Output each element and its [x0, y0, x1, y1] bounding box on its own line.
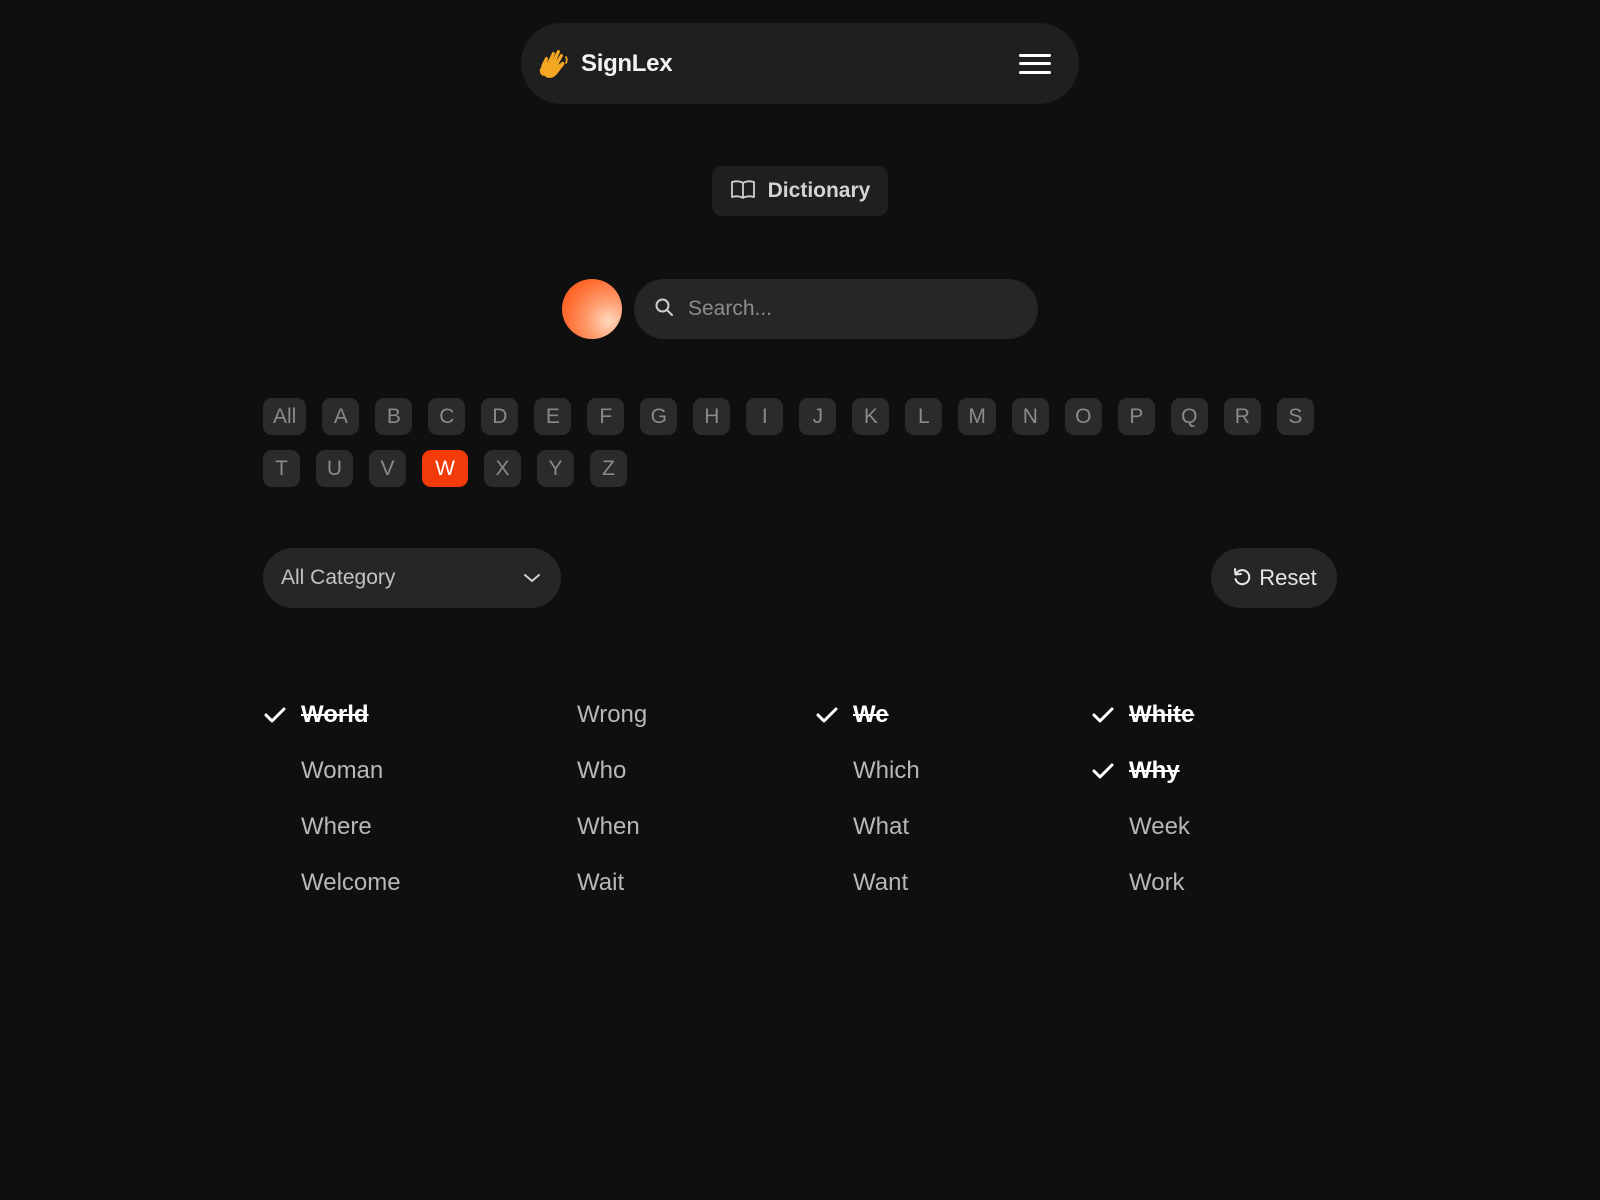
- checkmark-icon: [1091, 705, 1129, 725]
- gradient-orb: [562, 279, 622, 339]
- letter-filter-o[interactable]: O: [1064, 398, 1102, 435]
- letter-filter-b[interactable]: B: [375, 398, 413, 435]
- letter-filter-q[interactable]: Q: [1170, 398, 1208, 435]
- word-item[interactable]: Which: [815, 749, 1091, 793]
- letter-filter-m[interactable]: M: [958, 398, 996, 435]
- word-item[interactable]: Welcome: [263, 861, 539, 905]
- word-item[interactable]: Want: [815, 861, 1091, 905]
- word-item[interactable]: We: [815, 693, 1091, 737]
- word-item[interactable]: Wrong: [539, 693, 815, 737]
- top-navbar: SignLex: [521, 23, 1079, 104]
- letter-filter-p[interactable]: P: [1117, 398, 1155, 435]
- letter-filter-i[interactable]: I: [746, 398, 784, 435]
- word-item[interactable]: Where: [263, 805, 539, 849]
- letter-filter-v[interactable]: V: [369, 450, 406, 487]
- word-item[interactable]: White: [1091, 693, 1367, 737]
- chevron-down-icon: [523, 572, 541, 584]
- category-value: All Category: [281, 566, 396, 589]
- brand[interactable]: SignLex: [537, 47, 673, 81]
- brand-name: SignLex: [581, 49, 673, 77]
- checkmark-icon: [815, 705, 853, 725]
- letter-filter-all[interactable]: All: [263, 398, 307, 435]
- word-item[interactable]: World: [263, 693, 539, 737]
- word-label: Who: [577, 757, 627, 784]
- word-label: Week: [1129, 813, 1190, 840]
- word-label: Work: [1129, 869, 1185, 896]
- word-item[interactable]: Woman: [263, 749, 539, 793]
- word-item[interactable]: Who: [539, 749, 815, 793]
- letter-filter-a[interactable]: A: [322, 398, 360, 435]
- word-label: We: [853, 701, 889, 728]
- word-label: What: [853, 813, 910, 840]
- reset-icon: [1231, 566, 1253, 591]
- letter-filter-f[interactable]: F: [587, 398, 625, 435]
- word-label: Woman: [301, 757, 384, 784]
- word-label: White: [1129, 701, 1195, 728]
- word-label: Welcome: [301, 869, 401, 896]
- word-label: Why: [1129, 757, 1180, 784]
- reset-label: Reset: [1259, 565, 1317, 590]
- waving-hand-icon: [537, 47, 571, 81]
- dictionary-page: SignLex Dictionary AllABCDEFGHIJKLMNOPQR…: [0, 0, 1600, 1200]
- alphabet-filter: All A B C D E F G H I J K L M N O P Q R S T U V W X Y Z: [263, 398, 1343, 487]
- letter-filter-n[interactable]: N: [1011, 398, 1049, 435]
- letter-filter-z[interactable]: Z: [590, 450, 627, 487]
- word-label: Wrong: [577, 701, 648, 728]
- word-label: Where: [301, 813, 372, 840]
- letter-filter-s[interactable]: S: [1276, 398, 1314, 435]
- letter-filter-t[interactable]: T: [263, 450, 300, 487]
- letter-filter-l[interactable]: L: [905, 398, 943, 435]
- letter-filter-d[interactable]: D: [481, 398, 519, 435]
- letter-filter-r[interactable]: R: [1223, 398, 1261, 435]
- letter-filter-c[interactable]: C: [428, 398, 466, 435]
- word-list: World Wrong We White Woman Who Which Why Where Wh…: [263, 693, 1367, 917]
- letter-filter-w[interactable]: W: [422, 450, 468, 487]
- search-icon: [654, 297, 674, 322]
- section-title: Dictionary: [767, 179, 871, 202]
- word-item[interactable]: What: [815, 805, 1091, 849]
- reset-button[interactable]: Reset: [1211, 548, 1337, 608]
- word-label: Which: [853, 757, 920, 784]
- letter-filter-y[interactable]: Y: [537, 450, 574, 487]
- hamburger-menu-icon[interactable]: [1019, 52, 1051, 76]
- word-item[interactable]: Work: [1091, 861, 1367, 905]
- letter-filter-u[interactable]: U: [316, 450, 353, 487]
- letter-filter-j[interactable]: J: [799, 398, 837, 435]
- letter-filter-k[interactable]: K: [852, 398, 890, 435]
- search-bar[interactable]: [634, 279, 1038, 339]
- word-label: Wait: [577, 869, 625, 896]
- letter-filter-e[interactable]: E: [534, 398, 572, 435]
- word-item[interactable]: Wait: [539, 861, 815, 905]
- word-item[interactable]: Why: [1091, 749, 1367, 793]
- word-item[interactable]: Week: [1091, 805, 1367, 849]
- letter-filter-x[interactable]: X: [484, 450, 521, 487]
- word-item[interactable]: When: [539, 805, 815, 849]
- checkmark-icon: [263, 705, 301, 725]
- word-label: Want: [853, 869, 909, 896]
- checkmark-icon: [1091, 761, 1129, 781]
- word-label: When: [577, 813, 640, 840]
- letter-filter-g[interactable]: G: [640, 398, 678, 435]
- search-input[interactable]: [688, 297, 1018, 321]
- open-book-icon: [730, 178, 756, 205]
- section-chip-dictionary: Dictionary: [712, 166, 888, 216]
- letter-filter-h[interactable]: H: [693, 398, 731, 435]
- category-dropdown[interactable]: All Category: [263, 548, 561, 608]
- word-label: World: [301, 701, 369, 728]
